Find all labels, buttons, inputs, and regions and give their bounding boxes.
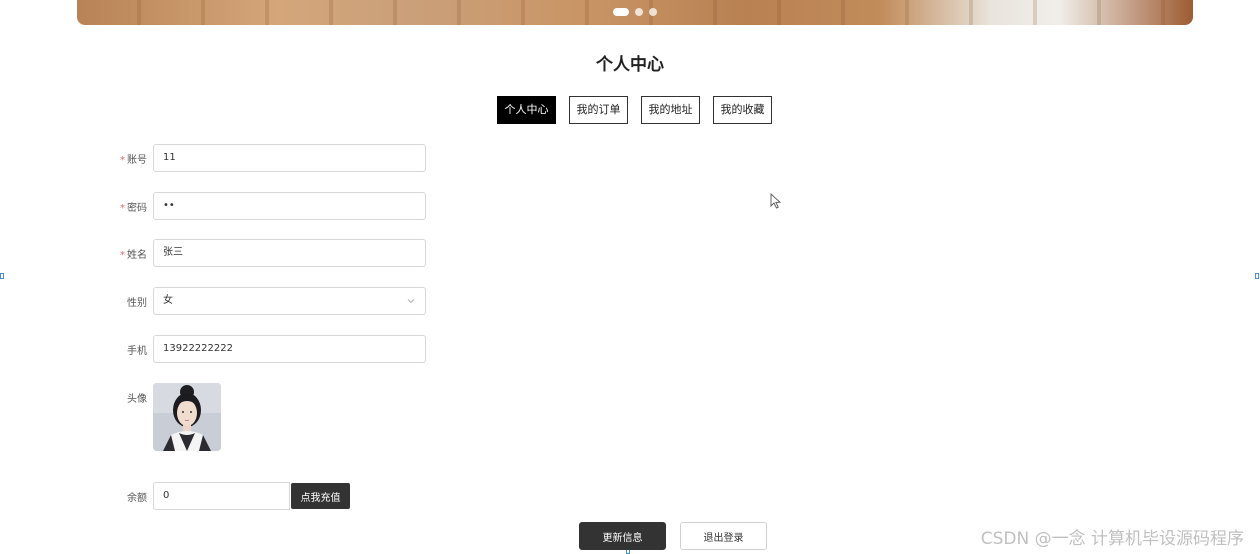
mouse-pointer-icon bbox=[770, 193, 782, 209]
gender-select-value: 女 bbox=[163, 295, 173, 306]
avatar-label: 头像 bbox=[127, 394, 147, 405]
tab-my-orders[interactable]: 我的订单 bbox=[569, 96, 628, 124]
carousel-indicators bbox=[613, 8, 657, 16]
balance-label: 余额 bbox=[127, 492, 147, 504]
form-row-account: * 账号 11 bbox=[100, 144, 426, 172]
form-row-password: * 密码 •• bbox=[100, 192, 426, 220]
name-label: * 姓名 bbox=[120, 249, 147, 261]
page-title: 个人中心 bbox=[596, 55, 664, 75]
form-row-phone: 手机 13922222222 bbox=[100, 335, 426, 363]
tab-my-addresses[interactable]: 我的地址 bbox=[641, 96, 700, 124]
banner-carousel[interactable] bbox=[77, 0, 1193, 25]
phone-input[interactable]: 13922222222 bbox=[153, 335, 426, 363]
selection-handle bbox=[0, 273, 4, 279]
avatar-upload[interactable] bbox=[153, 383, 221, 451]
form-row-balance: 余额 0 点我充值 bbox=[100, 482, 350, 510]
recharge-button[interactable]: 点我充值 bbox=[291, 483, 350, 509]
password-input[interactable]: •• bbox=[153, 192, 426, 220]
name-input[interactable]: 张三 bbox=[153, 239, 426, 267]
carousel-dot-2[interactable] bbox=[635, 8, 643, 16]
form-row-name: * 姓名 张三 bbox=[100, 239, 426, 267]
balance-input[interactable]: 0 bbox=[153, 482, 290, 510]
account-label: * 账号 bbox=[120, 154, 147, 166]
update-info-button[interactable]: 更新信息 bbox=[579, 522, 666, 550]
carousel-dot-1[interactable] bbox=[613, 8, 629, 16]
gender-select[interactable]: 女 bbox=[153, 287, 426, 315]
tab-my-favorites[interactable]: 我的收藏 bbox=[713, 96, 772, 124]
required-mark: * bbox=[120, 202, 125, 214]
account-input[interactable]: 11 bbox=[153, 144, 426, 172]
avatar-image bbox=[153, 383, 221, 451]
carousel-dot-3[interactable] bbox=[649, 8, 657, 16]
selection-handle bbox=[1255, 273, 1259, 279]
phone-label: 手机 bbox=[127, 345, 147, 357]
required-mark: * bbox=[120, 154, 125, 166]
logout-button[interactable]: 退出登录 bbox=[680, 522, 767, 550]
watermark-text: CSDN @一念 计算机毕设源码程序 bbox=[980, 529, 1244, 549]
gender-label: 性别 bbox=[127, 297, 147, 309]
password-label: * 密码 bbox=[120, 202, 147, 214]
tab-personal-center[interactable]: 个人中心 bbox=[497, 96, 556, 124]
form-row-gender: 性别 女 bbox=[100, 287, 426, 315]
form-row-avatar: 头像 bbox=[100, 383, 221, 451]
required-mark: * bbox=[120, 249, 125, 261]
chevron-down-icon bbox=[407, 299, 415, 304]
profile-tabs: 个人中心 我的订单 我的地址 我的收藏 bbox=[497, 96, 772, 124]
